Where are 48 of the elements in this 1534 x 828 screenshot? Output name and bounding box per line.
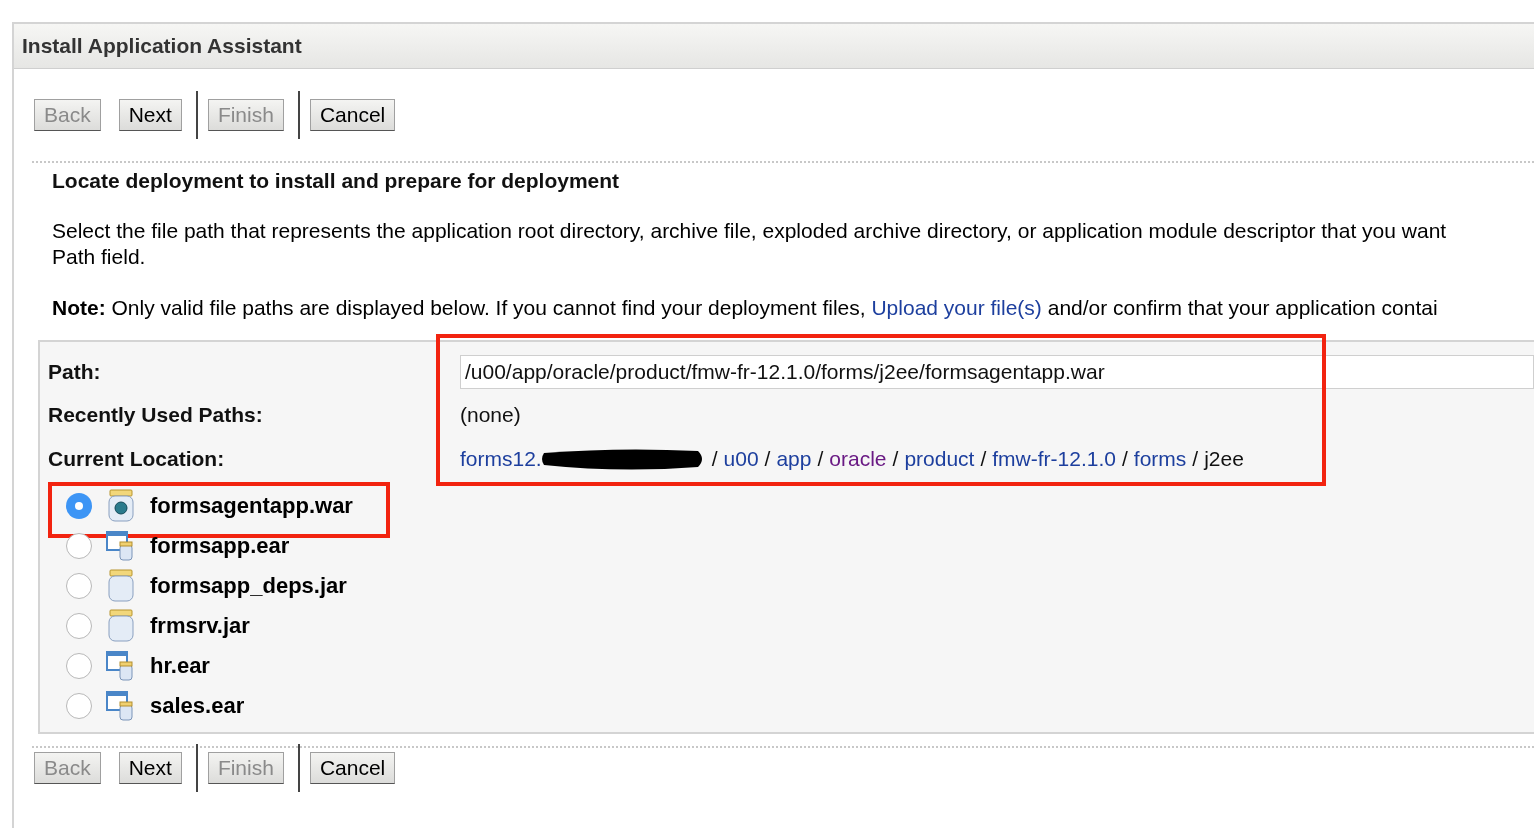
assistant-title: Install Application Assistant [14,24,1534,69]
breadcrumb-link[interactable]: fmw-fr-12.1.0 [992,447,1116,471]
path-separator: / [1121,447,1128,471]
file-name: sales.ear [150,693,245,719]
breadcrumb-link[interactable]: product [904,447,975,471]
description-text: Path field. [52,244,147,270]
path-separator: / [711,447,718,471]
file-name: formsapp.ear [150,533,290,559]
radio-button[interactable] [66,533,92,559]
file-name: formsapp_deps.jar [150,573,347,599]
upload-link[interactable]: Upload your file(s) [871,296,1042,319]
radio-button[interactable] [66,693,92,719]
jar-icon [106,569,136,603]
path-separator: / [892,447,899,471]
file-name: formsagentapp.war [150,493,353,519]
path-separator: / [980,447,987,471]
breadcrumb-link[interactable]: forms12. [460,447,542,471]
file-name: hr.ear [150,653,210,679]
jar-icon [106,609,136,643]
note-text: Note: Only valid file paths are displayed below. If you cannot find your deployment files, Upload your file(s) and/or confirm that your application contai [52,296,1439,320]
archive-icon [106,531,136,561]
radio-button[interactable] [66,573,92,599]
archive-icon [106,651,136,681]
recent-paths-value: (none) [460,403,522,427]
radio-button[interactable] [66,613,92,639]
path-label: Path: [48,360,102,384]
recent-paths-label: Recently Used Paths: [48,403,264,427]
file-name: frmsrv.jar [150,613,250,639]
breadcrumb-link[interactable]: forms [1133,447,1187,471]
path-separator: / [817,447,824,471]
path-separator: / [764,447,771,471]
wizard-button[interactable]: Cancel [309,99,396,131]
path-field[interactable]: /u00/app/oracle/product/fmw-fr-12.1.0/forms/j2ee/formsagentapp.war [460,355,1534,389]
radio-button[interactable] [66,653,92,679]
breadcrumb-link[interactable]: u00 [723,447,759,471]
wizard-button[interactable]: Next [118,99,182,131]
section-heading: Locate deployment to install and prepare for deployment [52,169,621,193]
breadcrumb-link[interactable]: app [776,447,812,471]
archive-icon [106,691,136,721]
globe-jar-icon [106,489,136,523]
current-location-label: Current Location: [48,447,226,471]
current-folder: j2ee [1204,447,1244,471]
breadcrumb-link[interactable]: oracle [829,447,887,471]
wizard-button[interactable]: Cancel [309,752,396,784]
path-separator: / [1192,447,1199,471]
radio-button[interactable] [66,493,92,519]
description-text: Select the file path that represents the application root directory, archive file, exploded archive directory, or application module descriptor that you want [52,218,1448,244]
wizard-button[interactable]: Next [118,752,182,784]
